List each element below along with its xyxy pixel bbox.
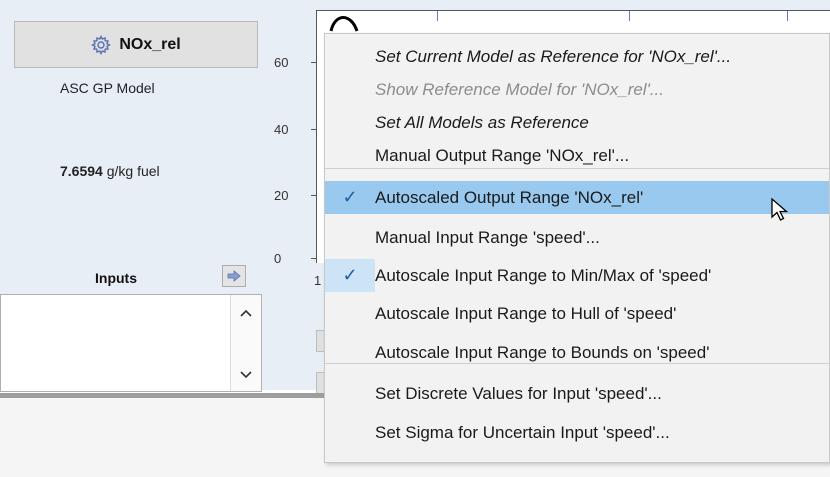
- menu-item[interactable]: ✓ Autoscale Input Range to Min/Max of 'sp…: [325, 259, 829, 292]
- plot-marker: [437, 11, 438, 21]
- model-value: 7.6594: [60, 163, 103, 179]
- menu-separator: [325, 363, 829, 364]
- inputs-scrollbar[interactable]: [230, 295, 261, 391]
- inputs-list[interactable]: [0, 294, 262, 392]
- menu-item[interactable]: ✓ Autoscaled Output Range 'NOx_rel': [325, 181, 829, 214]
- menu-separator: [325, 168, 829, 169]
- checkmark-icon: ✓: [325, 259, 375, 292]
- menu-item-label: Manual Output Range 'NOx_rel'...: [375, 145, 630, 165]
- checkmark-icon: ✓: [342, 187, 358, 207]
- inputs-title: Inputs: [95, 270, 137, 286]
- inputs-expand-button[interactable]: [222, 265, 246, 287]
- model-name: ASC GP Model: [60, 80, 155, 96]
- y-tick-mark: [311, 62, 316, 63]
- menu-item-label: Autoscale Input Range to Min/Max of 'spe…: [375, 265, 712, 285]
- menu-item-label: Show Reference Model for 'NOx_rel'...: [375, 79, 664, 99]
- menu-item-label: Set Discrete Values for Input 'speed'...: [375, 383, 662, 403]
- model-output-label: NOx_rel: [119, 35, 181, 53]
- x-tick-label: 1: [314, 273, 322, 288]
- y-tick-label: 40: [274, 122, 289, 137]
- model-value-unit: g/kg fuel: [106, 163, 160, 179]
- inputs-header: Inputs: [0, 262, 262, 292]
- menu-item-label: Set Sigma for Uncertain Input 'speed'...: [375, 422, 670, 442]
- plot-marker: [787, 11, 788, 21]
- menu-item-label: Autoscale Input Range to Hull of 'speed': [375, 303, 677, 323]
- gear-icon: [91, 34, 112, 55]
- y-tick-label: 20: [274, 188, 289, 203]
- menu-item[interactable]: Autoscale Input Range to Hull of 'speed': [325, 297, 829, 330]
- y-tick-label: 0: [274, 251, 282, 266]
- menu-item-label: Manual Input Range 'speed'...: [375, 227, 600, 247]
- y-tick-mark: [311, 195, 316, 196]
- context-menu: Set Current Model as Reference for 'NOx_…: [324, 33, 830, 463]
- menu-item[interactable]: Set Sigma for Uncertain Input 'speed'...: [325, 416, 829, 449]
- menu-item[interactable]: Set All Models as Reference: [325, 106, 829, 139]
- chevron-up-icon[interactable]: [238, 307, 254, 319]
- mouse-cursor-icon: [771, 197, 789, 221]
- plot-marker: [629, 11, 630, 21]
- y-tick-mark: [311, 129, 316, 130]
- chevron-down-icon[interactable]: [238, 369, 254, 381]
- menu-item[interactable]: Set Current Model as Reference for 'NOx_…: [325, 40, 829, 73]
- arrow-right-icon: [227, 270, 241, 282]
- menu-item-label: Set All Models as Reference: [375, 112, 589, 132]
- menu-item-label: Autoscaled Output Range 'NOx_rel': [375, 187, 644, 207]
- menu-item[interactable]: Set Discrete Values for Input 'speed'...: [325, 377, 829, 410]
- menu-item-label: Set Current Model as Reference for 'NOx_…: [375, 46, 732, 66]
- y-tick-mark: [311, 258, 316, 259]
- y-tick-label: 60: [274, 55, 289, 70]
- menu-item[interactable]: Manual Input Range 'speed'...: [325, 221, 829, 254]
- model-output-button[interactable]: NOx_rel: [14, 21, 258, 68]
- menu-item[interactable]: Autoscale Input Range to Bounds on 'spee…: [325, 336, 829, 369]
- model-value-readout: 7.6594 g/kg fuel: [60, 163, 160, 179]
- menu-item-label: Autoscale Input Range to Bounds on 'spee…: [375, 342, 710, 362]
- menu-item: Show Reference Model for 'NOx_rel'...: [325, 73, 829, 106]
